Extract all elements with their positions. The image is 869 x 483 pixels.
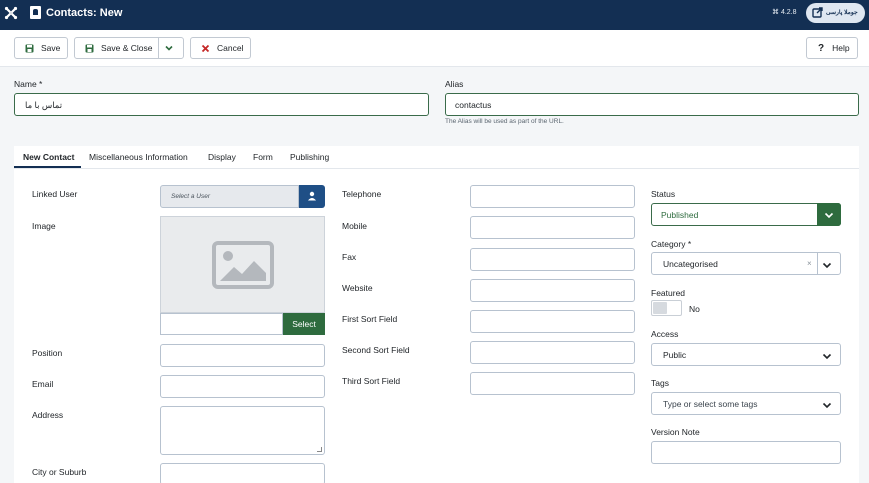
help-label: Help bbox=[832, 43, 850, 53]
save-button[interactable]: Save bbox=[14, 37, 68, 59]
city-label: City or Suburb bbox=[32, 467, 87, 477]
toggle-knob bbox=[653, 302, 667, 314]
website-label: Website bbox=[342, 283, 373, 293]
name-input[interactable]: تماس با ما bbox=[14, 93, 429, 116]
telephone-input[interactable] bbox=[470, 185, 635, 208]
status-dropdown-toggle[interactable] bbox=[817, 203, 841, 226]
view-site-button[interactable]: جوملا پارسی bbox=[806, 3, 865, 23]
category-value: Uncategorised bbox=[663, 259, 718, 269]
version-note-label: Version Note bbox=[651, 427, 700, 437]
fax-input[interactable] bbox=[470, 248, 635, 271]
featured-label: Featured bbox=[651, 288, 686, 298]
category-label: Category * bbox=[651, 239, 692, 249]
image-select-button[interactable]: Select bbox=[283, 313, 325, 335]
chevron-down-icon bbox=[824, 212, 834, 219]
resize-handle[interactable] bbox=[317, 447, 322, 452]
floppy-disk-icon bbox=[85, 44, 94, 52]
image-placeholder-icon bbox=[212, 241, 274, 289]
fax-label: Fax bbox=[342, 252, 357, 262]
contact-card-icon bbox=[30, 6, 41, 19]
alias-hint: The Alias will be used as part of the UR… bbox=[445, 118, 564, 125]
mobile-input[interactable] bbox=[470, 216, 635, 239]
action-toolbar: Save Save & Close Cancel ? Help bbox=[0, 30, 869, 67]
position-input[interactable] bbox=[160, 344, 325, 367]
featured-toggle[interactable] bbox=[651, 300, 682, 316]
first-sort-label: First Sort Field bbox=[342, 314, 398, 324]
alias-input[interactable]: contactus bbox=[445, 93, 859, 116]
mobile-label: Mobile bbox=[342, 221, 368, 231]
select-divider bbox=[817, 253, 818, 274]
name-value: تماس با ما bbox=[25, 100, 63, 110]
linked-user-label: Linked User bbox=[32, 189, 78, 199]
user-icon bbox=[308, 191, 316, 201]
tab-display[interactable]: Display bbox=[208, 152, 236, 162]
website-input[interactable] bbox=[470, 279, 635, 302]
chevron-down-icon bbox=[822, 353, 832, 360]
cancel-button[interactable]: Cancel bbox=[190, 37, 251, 59]
clear-icon[interactable]: × bbox=[807, 259, 812, 268]
tab-bar: New Contact Miscellaneous Information Di… bbox=[14, 146, 859, 169]
cancel-label: Cancel bbox=[217, 43, 244, 53]
select-user-button[interactable] bbox=[299, 185, 325, 208]
third-sort-input[interactable] bbox=[470, 372, 635, 395]
joomla-logo-icon[interactable] bbox=[4, 6, 18, 20]
tab-panel bbox=[14, 146, 859, 483]
image-preview bbox=[160, 216, 325, 313]
select-user-placeholder: Select a User bbox=[171, 193, 211, 200]
second-sort-input[interactable] bbox=[470, 341, 635, 364]
tags-select[interactable]: Type or select some tags bbox=[651, 392, 841, 415]
alias-label: Alias bbox=[445, 79, 464, 89]
email-input[interactable] bbox=[160, 375, 325, 398]
access-label: Access bbox=[651, 329, 679, 339]
telephone-label: Telephone bbox=[342, 189, 382, 199]
tab-misc-information[interactable]: Miscellaneous Information bbox=[89, 152, 188, 162]
save-close-button[interactable]: Save & Close bbox=[74, 37, 184, 59]
image-path-input[interactable] bbox=[160, 313, 283, 335]
image-label: Image bbox=[32, 221, 56, 231]
linked-user-field[interactable]: Select a User bbox=[160, 185, 299, 208]
chevron-down-icon bbox=[822, 402, 832, 409]
access-value: Public bbox=[663, 350, 687, 360]
help-button[interactable]: ? Help bbox=[806, 37, 858, 59]
status-value: Published bbox=[661, 210, 699, 220]
email-label: Email bbox=[32, 379, 54, 389]
first-sort-input[interactable] bbox=[470, 310, 635, 333]
version-note-input[interactable] bbox=[651, 441, 841, 464]
status-label: Status bbox=[651, 189, 676, 199]
chevron-down-icon bbox=[822, 262, 832, 269]
address-textarea[interactable] bbox=[160, 406, 325, 455]
city-input[interactable] bbox=[160, 463, 325, 483]
address-label: Address bbox=[32, 410, 64, 420]
external-link-icon bbox=[812, 7, 823, 18]
question-icon: ? bbox=[818, 42, 825, 54]
chevron-down-icon[interactable] bbox=[164, 43, 174, 53]
save-label: Save bbox=[41, 43, 61, 53]
split-divider bbox=[158, 38, 159, 58]
name-label: Name * bbox=[14, 79, 43, 89]
featured-value: No bbox=[689, 304, 700, 314]
tab-form[interactable]: Form bbox=[253, 152, 273, 162]
app-header: Contacts: New ⌘ 4.2.8 جوملا پارسی bbox=[0, 0, 869, 30]
tab-new-contact[interactable]: New Contact bbox=[23, 152, 74, 162]
status-select[interactable]: Published bbox=[651, 203, 841, 226]
tab-publishing[interactable]: Publishing bbox=[290, 152, 329, 162]
position-label: Position bbox=[32, 348, 63, 358]
category-select[interactable]: Uncategorised × bbox=[651, 252, 841, 275]
third-sort-label: Third Sort Field bbox=[342, 376, 401, 386]
page-title: Contacts: New bbox=[46, 7, 123, 19]
active-tab-indicator bbox=[14, 166, 81, 168]
tags-placeholder: Type or select some tags bbox=[663, 399, 758, 409]
close-icon bbox=[201, 44, 210, 52]
second-sort-label: Second Sort Field bbox=[342, 345, 410, 355]
tags-label: Tags bbox=[651, 378, 669, 388]
version-badge: ⌘ 4.2.8 bbox=[772, 9, 797, 16]
access-select[interactable]: Public bbox=[651, 343, 841, 366]
site-name-label: جوملا پارسی bbox=[826, 10, 858, 16]
save-close-label: Save & Close bbox=[101, 43, 153, 53]
floppy-disk-icon bbox=[25, 44, 34, 52]
alias-value: contactus bbox=[455, 100, 492, 110]
